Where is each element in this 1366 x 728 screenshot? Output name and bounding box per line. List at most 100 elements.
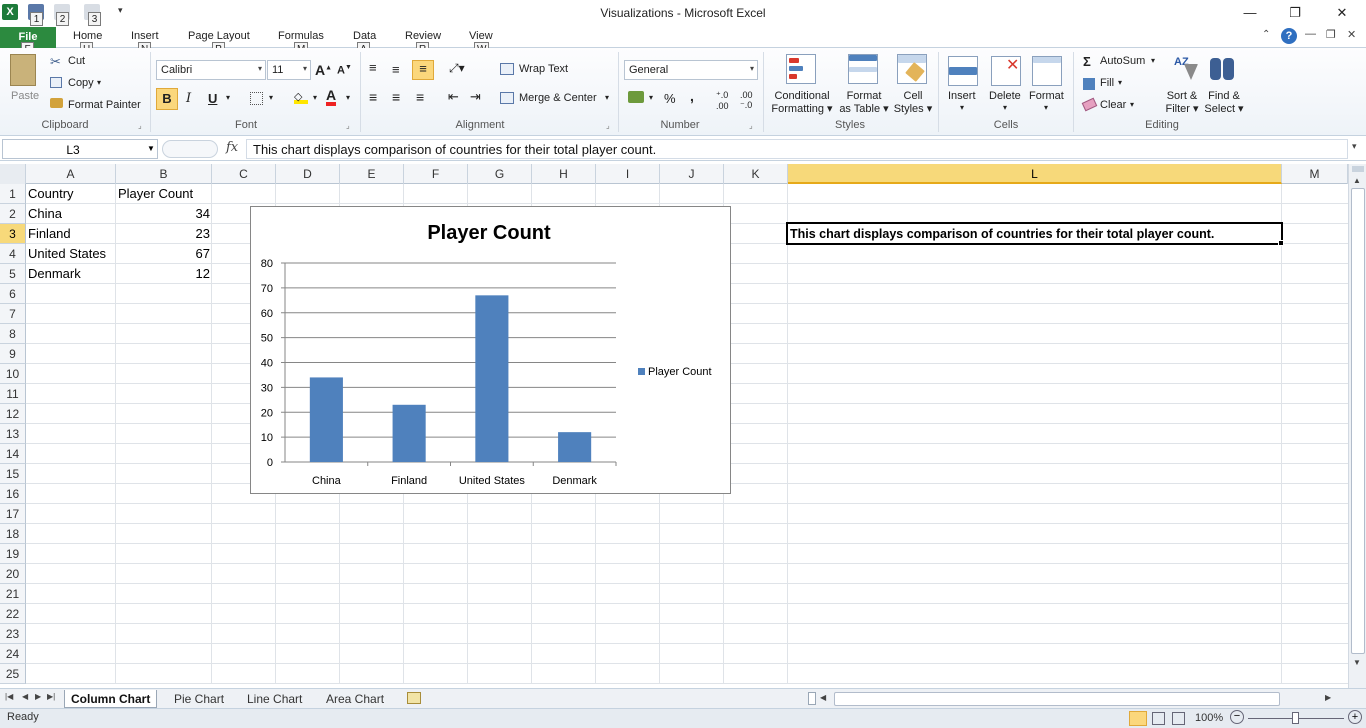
shrink-font-icon[interactable]: A▼: [337, 64, 352, 77]
column-header-f[interactable]: F: [404, 164, 468, 184]
column-header-g[interactable]: G: [468, 164, 532, 184]
font-color-icon[interactable]: A: [326, 88, 337, 106]
row-header[interactable]: 16: [0, 484, 26, 504]
row-header[interactable]: 11: [0, 384, 26, 404]
formula-bar-divider-icon[interactable]: [162, 140, 218, 158]
column-header-e[interactable]: E: [340, 164, 404, 184]
row-header[interactable]: 25: [0, 664, 26, 684]
first-sheet-icon[interactable]: |◀: [5, 692, 13, 701]
row-header[interactable]: 10: [0, 364, 26, 384]
zoom-out-icon[interactable]: −: [1230, 710, 1244, 724]
cell-a2[interactable]: China: [26, 204, 116, 224]
fill-handle[interactable]: [1278, 240, 1284, 246]
last-sheet-icon[interactable]: ▶|: [47, 692, 55, 701]
insert-dropdown-icon[interactable]: ▾: [960, 103, 964, 112]
row-header[interactable]: 9: [0, 344, 26, 364]
scroll-left-icon[interactable]: ◀: [820, 693, 826, 702]
underline-button[interactable]: U: [208, 91, 217, 106]
decrease-indent-icon[interactable]: ⇤: [448, 89, 459, 105]
find-select-button[interactable]: Find & Select ▾: [1202, 90, 1246, 116]
workbook-restore-icon[interactable]: ❐: [1326, 28, 1336, 41]
row-header[interactable]: 7: [0, 304, 26, 324]
autosum-dropdown-icon[interactable]: ▾: [1151, 56, 1155, 65]
row-header[interactable]: 21: [0, 584, 26, 604]
row-header[interactable]: 15: [0, 464, 26, 484]
underline-dropdown-icon[interactable]: ▾: [226, 93, 230, 102]
tab-home[interactable]: Home: [73, 30, 102, 42]
scroll-thumb[interactable]: [1351, 188, 1365, 654]
tab-review[interactable]: Review: [405, 30, 441, 42]
expand-formula-bar-icon[interactable]: ▾: [1352, 141, 1357, 152]
workbook-minimize-icon[interactable]: —: [1305, 28, 1316, 40]
row-header[interactable]: 3: [0, 224, 26, 244]
select-all-corner[interactable]: [0, 164, 26, 184]
delete-cells-button[interactable]: Delete: [989, 90, 1021, 102]
normal-view-icon[interactable]: [1129, 711, 1147, 726]
scroll-up-icon[interactable]: ▲: [1353, 176, 1361, 185]
align-top-icon[interactable]: ≡: [369, 60, 377, 75]
sheet-tab-column-chart[interactable]: Column Chart: [64, 690, 158, 708]
cell-a5[interactable]: Denmark: [26, 264, 116, 284]
clipboard-launcher-icon[interactable]: ⌟: [138, 121, 142, 130]
column-header-a[interactable]: A: [26, 164, 116, 184]
increase-indent-icon[interactable]: ⇥: [470, 89, 481, 105]
vertical-scrollbar[interactable]: ▲ ▼: [1348, 164, 1366, 688]
close-button[interactable]: ✕: [1330, 3, 1354, 23]
increase-decimal-icon[interactable]: ⁺.0.00: [716, 90, 729, 111]
row-header[interactable]: 6: [0, 284, 26, 304]
row-header[interactable]: 17: [0, 504, 26, 524]
merge-dropdown-icon[interactable]: ▾: [605, 93, 609, 102]
format-as-table-button[interactable]: Format as Table ▾: [838, 90, 890, 116]
borders-dropdown-icon[interactable]: ▾: [269, 93, 273, 102]
help-icon[interactable]: ?: [1281, 28, 1297, 44]
row-header[interactable]: 12: [0, 404, 26, 424]
workbook-close-icon[interactable]: ✕: [1347, 28, 1356, 41]
scroll-down-icon[interactable]: ▼: [1353, 658, 1361, 667]
number-launcher-icon[interactable]: ⌟: [749, 121, 753, 130]
row-header[interactable]: 13: [0, 424, 26, 444]
delete-dropdown-icon[interactable]: ▾: [1003, 103, 1007, 112]
row-header[interactable]: 23: [0, 624, 26, 644]
horizontal-scroll-thumb[interactable]: [834, 692, 1280, 706]
decrease-decimal-icon[interactable]: .00 ⁻.0: [740, 90, 753, 111]
cell-b5[interactable]: 12: [116, 264, 212, 284]
copy-dropdown-icon[interactable]: ▾: [97, 78, 101, 87]
copy-button[interactable]: Copy: [68, 77, 94, 89]
paste-icon[interactable]: [10, 54, 36, 86]
merge-center-button[interactable]: Merge & Center: [519, 92, 597, 104]
bold-button[interactable]: B: [156, 88, 178, 110]
italic-button[interactable]: I: [186, 91, 191, 106]
grow-font-icon[interactable]: A▲: [315, 62, 332, 78]
sheet-tab-pie-chart[interactable]: Pie Chart: [168, 690, 230, 708]
column-header-j[interactable]: J: [660, 164, 724, 184]
column-header-l[interactable]: L: [788, 164, 1282, 184]
column-header-b[interactable]: B: [116, 164, 212, 184]
prev-sheet-icon[interactable]: ◀: [22, 692, 28, 701]
align-bottom-icon[interactable]: ≡: [412, 60, 434, 80]
row-header[interactable]: 8: [0, 324, 26, 344]
row-header[interactable]: 18: [0, 524, 26, 544]
tab-formulas[interactable]: Formulas: [278, 30, 324, 42]
name-box[interactable]: L3 ▼: [2, 139, 158, 159]
fill-button[interactable]: Fill: [1100, 77, 1114, 89]
tab-page-layout[interactable]: Page Layout: [188, 30, 250, 42]
restore-button[interactable]: ❐: [1283, 3, 1307, 23]
cell-a3[interactable]: Finland: [26, 224, 116, 244]
split-box-icon[interactable]: [1352, 166, 1364, 172]
font-color-dropdown-icon[interactable]: ▾: [346, 93, 350, 102]
formula-input[interactable]: This chart displays comparison of countr…: [246, 139, 1348, 159]
accounting-dropdown-icon[interactable]: ▾: [649, 93, 653, 102]
scroll-right-icon[interactable]: ▶: [1325, 693, 1331, 702]
chevron-down-icon[interactable]: ▼: [147, 144, 155, 153]
align-center-icon[interactable]: ≡: [392, 89, 400, 105]
cell-b4[interactable]: 67: [116, 244, 212, 264]
column-header-d[interactable]: D: [276, 164, 340, 184]
zoom-slider-thumb[interactable]: [1292, 712, 1299, 724]
column-header-m[interactable]: M: [1282, 164, 1348, 184]
fill-dropdown-icon[interactable]: ▾: [1118, 78, 1122, 87]
zoom-in-icon[interactable]: +: [1348, 710, 1362, 724]
align-middle-icon[interactable]: ≡: [392, 62, 400, 77]
row-header[interactable]: 20: [0, 564, 26, 584]
sheet-tab-line-chart[interactable]: Line Chart: [241, 690, 308, 708]
cell-a4[interactable]: United States: [26, 244, 116, 264]
